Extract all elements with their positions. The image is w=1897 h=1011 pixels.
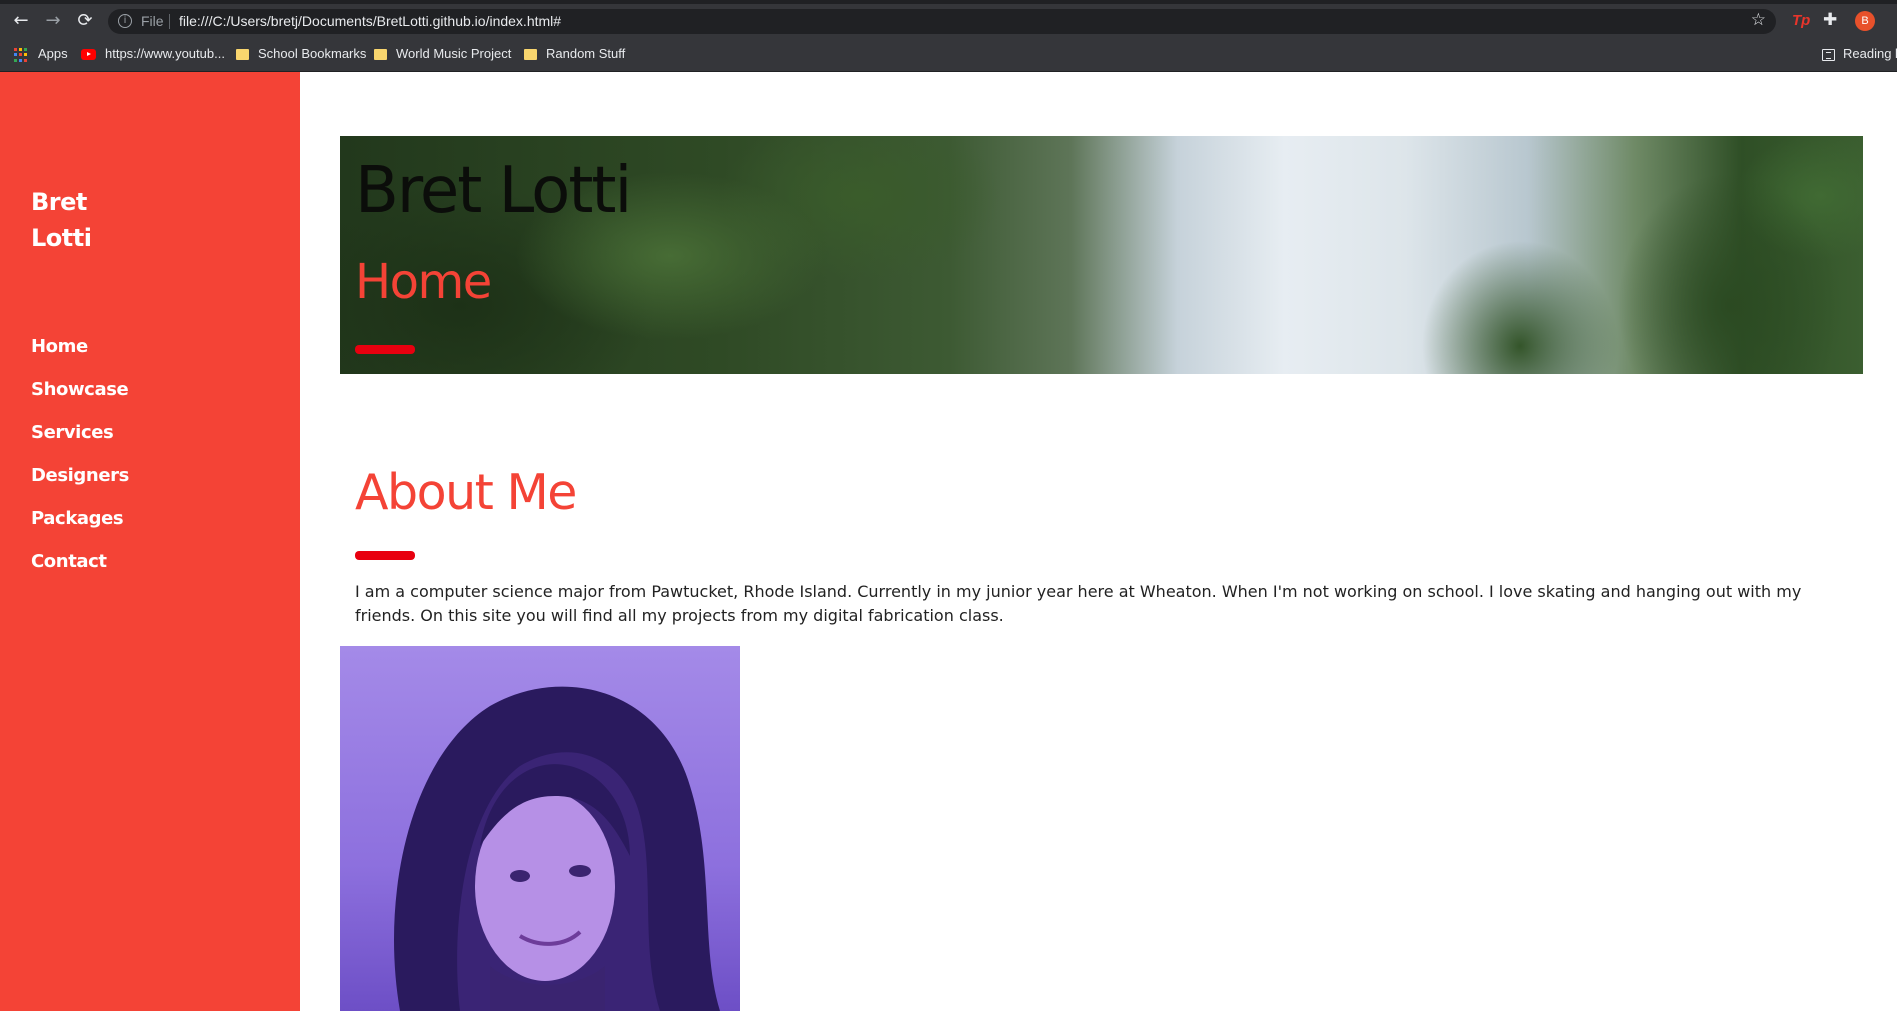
- tp-extension-icon[interactable]: Tp: [1792, 12, 1810, 29]
- scheme-label: File: [141, 13, 164, 29]
- hero-banner: Bret Lotti Home: [340, 136, 1863, 374]
- folder-icon: [236, 49, 249, 60]
- forward-arrow-icon[interactable]: →: [40, 9, 66, 33]
- back-arrow-icon[interactable]: ←: [8, 9, 34, 33]
- nav-link-home[interactable]: Home: [31, 336, 88, 357]
- info-icon[interactable]: i: [118, 14, 132, 28]
- hero-accent-bar: [355, 345, 415, 354]
- about-accent-bar: [355, 551, 415, 560]
- nav-link-showcase[interactable]: Showcase: [31, 379, 129, 400]
- bookmark-school-bookmarks[interactable]: School Bookmarks: [258, 46, 366, 61]
- profile-avatar[interactable]: B: [1855, 11, 1875, 31]
- about-heading: About Me: [355, 464, 577, 521]
- apps-grid-icon[interactable]: [14, 48, 28, 62]
- portrait-photo: [340, 646, 740, 1011]
- youtube-icon: [81, 49, 96, 60]
- address-bar[interactable]: i File file:///C:/Users/bretj/Documents/…: [108, 9, 1776, 34]
- reload-icon[interactable]: ⟳: [72, 9, 98, 33]
- nav-link-contact[interactable]: Contact: [31, 551, 107, 572]
- extensions-puzzle-icon[interactable]: ✚: [1823, 10, 1837, 30]
- hero-title: Bret Lotti: [355, 154, 632, 228]
- site-brand[interactable]: Bret Lotti: [31, 184, 151, 256]
- bookmark-random-stuff[interactable]: Random Stuff: [546, 46, 625, 61]
- url-text[interactable]: file:///C:/Users/bretj/Documents/BretLot…: [179, 13, 561, 29]
- browser-toolbar: ← → ⟳ i File file:///C:/Users/bretj/Docu…: [0, 4, 1897, 38]
- nav-link-services[interactable]: Services: [31, 422, 114, 443]
- address-divider: [169, 14, 170, 29]
- bookmark-apps[interactable]: Apps: [38, 46, 68, 61]
- bookmarks-bar: Apps https://www.youtub... School Bookma…: [0, 38, 1897, 72]
- nav-link-designers[interactable]: Designers: [31, 465, 129, 486]
- sidebar-nav: Home Showcase Services Designers Package…: [31, 336, 129, 594]
- bookmark-world-music-project[interactable]: World Music Project: [396, 46, 511, 61]
- nav-link-packages[interactable]: Packages: [31, 508, 124, 529]
- reading-list-icon[interactable]: [1822, 49, 1835, 61]
- folder-icon: [374, 49, 387, 60]
- hero-subtitle: Home: [355, 254, 492, 310]
- bookmark-star-icon[interactable]: ☆: [1751, 10, 1766, 30]
- bookmark-youtube[interactable]: https://www.youtub...: [105, 46, 225, 61]
- browser-chrome: ← → ⟳ i File file:///C:/Users/bretj/Docu…: [0, 0, 1897, 72]
- folder-icon: [524, 49, 537, 60]
- about-paragraph: I am a computer science major from Pawtu…: [355, 582, 1802, 625]
- portrait-illustration: [394, 686, 720, 1011]
- reading-list-button[interactable]: Reading li: [1843, 46, 1897, 61]
- sidebar: Bret Lotti Home Showcase Services Design…: [0, 72, 300, 1011]
